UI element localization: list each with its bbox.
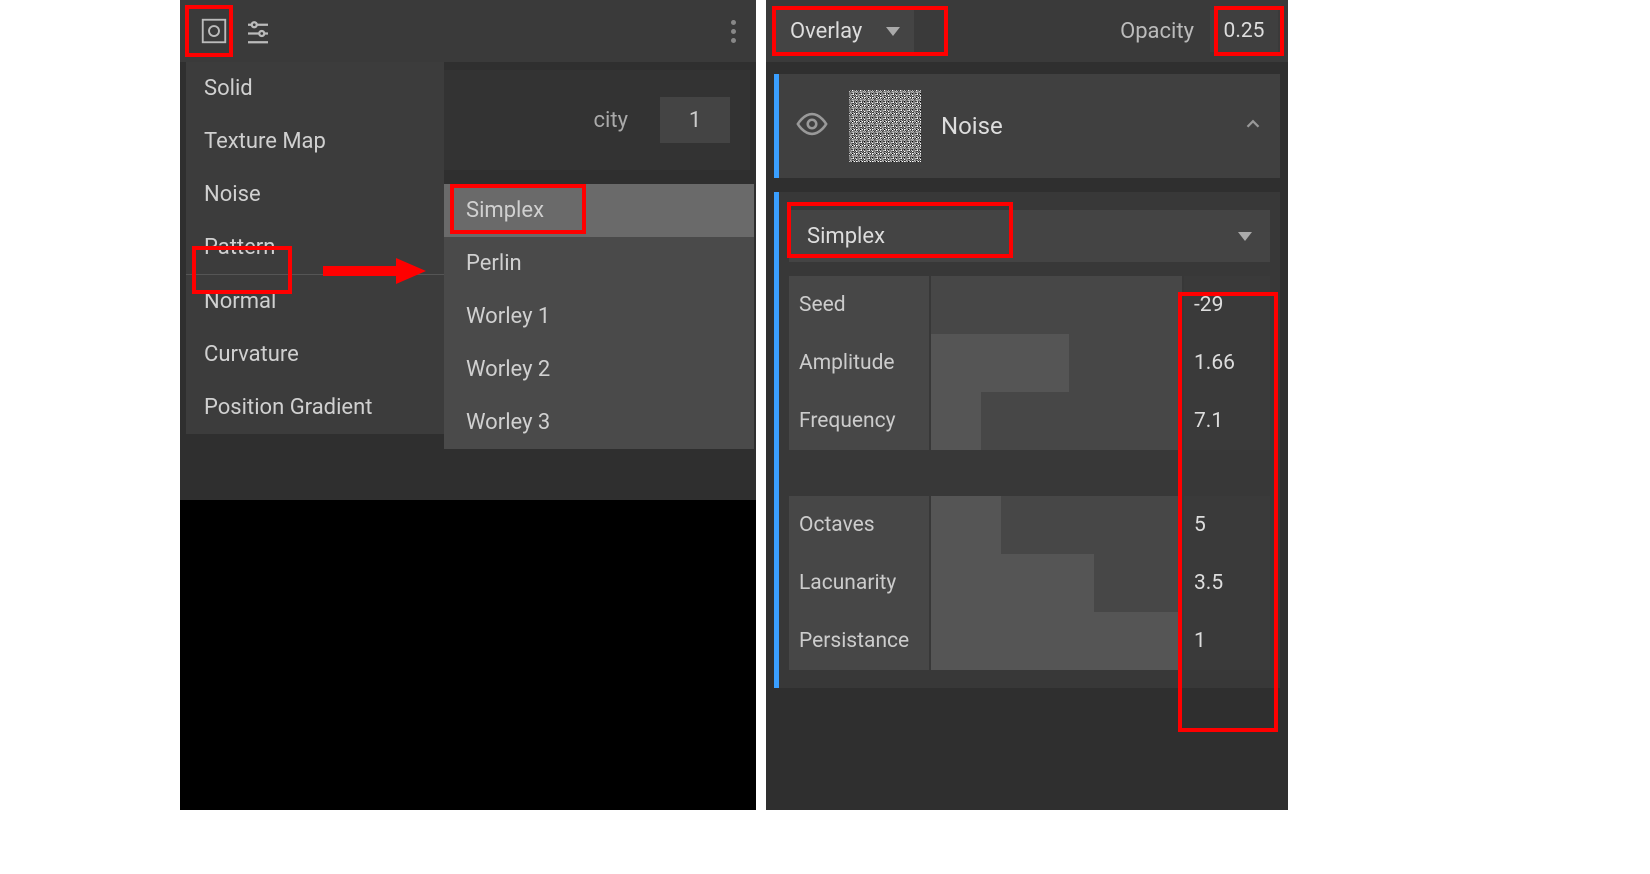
submenu-item-perlin[interactable]: Perlin	[444, 237, 754, 290]
left-topbar	[180, 0, 756, 62]
highlight-values-column	[1178, 292, 1278, 732]
arrow-icon	[318, 256, 428, 290]
visibility-icon[interactable]	[795, 107, 829, 145]
property-label: Frequency	[789, 392, 929, 450]
chevron-down-icon	[1238, 232, 1252, 241]
highlight-add-layer	[185, 5, 233, 57]
empty-area	[180, 500, 756, 810]
property-label: Lacunarity	[789, 554, 929, 612]
submenu-item-worley-1[interactable]: Worley 1	[444, 290, 754, 343]
property-slider[interactable]	[931, 496, 1182, 554]
property-slider[interactable]	[931, 334, 1182, 392]
menu-item-position-gradient[interactable]: Position Gradient	[186, 381, 444, 434]
opacity-label-fragment: city	[594, 108, 628, 133]
menu-item-solid[interactable]: Solid	[186, 62, 444, 115]
property-slider[interactable]	[931, 612, 1182, 670]
right-topbar: Overlay Opacity 0.25	[766, 0, 1288, 62]
menu-item-noise[interactable]: Noise	[186, 168, 444, 221]
opacity-value-bg[interactable]: 1	[660, 97, 730, 143]
highlight-simplex	[450, 184, 586, 234]
property-label: Octaves	[789, 496, 929, 554]
highlight-opacity-value	[1214, 6, 1284, 56]
layer-thumbnail	[849, 90, 921, 162]
menu-item-texture-map[interactable]: Texture Map	[186, 115, 444, 168]
property-slider[interactable]	[931, 276, 1182, 334]
highlight-overlay	[772, 6, 948, 56]
highlight-noise-type	[787, 202, 1013, 258]
property-label: Seed	[789, 276, 929, 334]
layer-name-label: Noise	[941, 112, 1003, 140]
layer-row-noise[interactable]: Noise	[774, 74, 1280, 178]
submenu-item-worley-3[interactable]: Worley 3	[444, 396, 754, 449]
noise-properties: Simplex Seed-29Amplitude1.66Frequency7.1…	[774, 192, 1280, 688]
chevron-up-icon[interactable]	[1242, 113, 1264, 139]
sliders-icon[interactable]	[236, 9, 280, 53]
right-panel: Overlay Opacity 0.25 Noise Simplex	[766, 0, 1288, 810]
property-slider[interactable]	[931, 554, 1182, 612]
left-panel: city 1 Solid Texture Map Noise Pattern N…	[180, 0, 756, 810]
menu-item-curvature[interactable]: Curvature	[186, 328, 444, 381]
opacity-label: Opacity	[1120, 19, 1194, 44]
property-label: Persistance	[789, 612, 929, 670]
submenu-item-worley-2[interactable]: Worley 2	[444, 343, 754, 396]
property-slider[interactable]	[931, 392, 1182, 450]
highlight-noise	[192, 246, 292, 294]
property-label: Amplitude	[789, 334, 929, 392]
kebab-menu-icon[interactable]	[731, 20, 744, 43]
